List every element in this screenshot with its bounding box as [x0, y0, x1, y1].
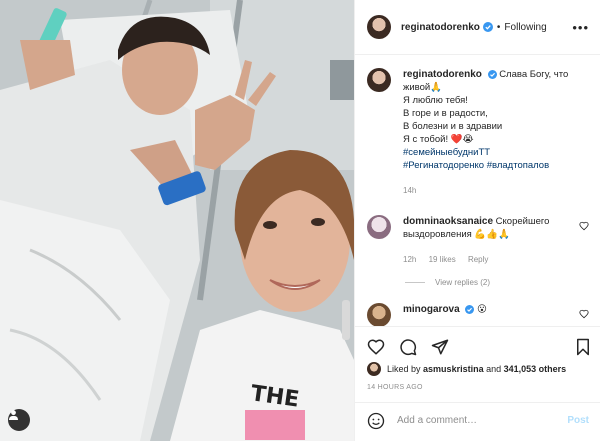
- caption-body: reginatodorenko Слава Богу, что живой🙏 Я…: [403, 68, 589, 197]
- liked-by: Liked by asmuskristina and 341,053 other…: [355, 359, 600, 376]
- caption-line: В болезни и в здравии: [403, 121, 503, 132]
- commenter-avatar[interactable]: [367, 303, 391, 326]
- photo-illustration: THE: [0, 0, 354, 441]
- comment-item: minogarova 😮: [367, 303, 589, 326]
- comments-list: reginatodorenko Слава Богу, что живой🙏 Я…: [355, 56, 600, 326]
- liker-avatar[interactable]: [367, 362, 381, 376]
- comment-like-heart-icon[interactable]: [579, 221, 589, 231]
- view-replies-label: View replies (2): [435, 278, 490, 287]
- liker-username[interactable]: asmuskristina: [423, 364, 484, 374]
- post-header: reginatodorenko • Following •••: [355, 0, 600, 55]
- commenter-avatar[interactable]: [367, 215, 391, 239]
- emoji-icon[interactable]: [367, 412, 385, 430]
- post-comment-button[interactable]: Post: [567, 415, 589, 426]
- save-icon[interactable]: [575, 338, 591, 356]
- author-avatar[interactable]: [367, 15, 391, 39]
- comment-body: domninaoksanaice Скорейшего выздоровлени…: [403, 215, 589, 266]
- view-replies-line: [405, 282, 425, 283]
- verified-icon: [482, 22, 493, 32]
- author-username[interactable]: reginatodorenko: [401, 22, 480, 33]
- author-info: reginatodorenko • Following: [401, 22, 547, 33]
- comment-icon[interactable]: [399, 338, 417, 356]
- liked-by-prefix: Liked by: [387, 364, 421, 374]
- commenter-username[interactable]: minogarova: [403, 304, 460, 315]
- caption: reginatodorenko Слава Богу, что живой🙏 Я…: [367, 68, 589, 197]
- comment-item: domninaoksanaice Скорейшего выздоровлени…: [367, 215, 589, 266]
- hashtag-link[interactable]: #семейныебудниТТ: [403, 146, 589, 159]
- heart-icon[interactable]: [367, 338, 385, 356]
- comment-meta: 12h 19 likes Reply: [403, 253, 573, 266]
- add-comment-input[interactable]: [397, 415, 568, 426]
- view-replies-button[interactable]: View replies (2): [405, 278, 589, 287]
- caption-line: Я люблю тебя!: [403, 95, 468, 106]
- more-options-icon[interactable]: •••: [572, 21, 589, 34]
- verified-icon: [487, 70, 497, 79]
- caption-meta: 14h: [403, 184, 589, 197]
- likes-count[interactable]: 341,053 others: [504, 364, 567, 374]
- reply-button[interactable]: Reply: [468, 255, 488, 264]
- caption-username[interactable]: reginatodorenko: [403, 69, 482, 80]
- user-tag-icon: [8, 410, 19, 420]
- comment-time[interactable]: 12h: [403, 255, 416, 264]
- caption-avatar[interactable]: [367, 68, 391, 92]
- follow-separator: •: [496, 21, 501, 33]
- caption-time[interactable]: 14h: [403, 186, 416, 195]
- post-actions: Liked by asmuskristina and 341,053 other…: [355, 326, 600, 438]
- user-tag-button[interactable]: [8, 409, 30, 431]
- comment-text: 😮: [476, 304, 487, 315]
- share-icon[interactable]: [431, 338, 449, 356]
- following-button[interactable]: Following: [504, 22, 546, 33]
- add-comment-bar: Post: [355, 402, 600, 438]
- post-timestamp[interactable]: 14 HOURS AGO: [355, 376, 600, 391]
- liked-by-and: and: [486, 364, 502, 374]
- post-photo[interactable]: THE: [0, 0, 354, 441]
- hashtag-link[interactable]: #Регинатодоренко #владтопалов: [403, 159, 589, 172]
- verified-icon: [465, 305, 475, 314]
- caption-line: В горе и в радости,: [403, 108, 488, 119]
- comment-body: minogarova 😮: [403, 303, 589, 326]
- comment-likes[interactable]: 19 likes: [429, 255, 456, 264]
- post-side-panel: reginatodorenko • Following ••• reginato…: [354, 0, 600, 441]
- comment-like-heart-icon[interactable]: [579, 309, 589, 319]
- action-icons: [355, 327, 600, 359]
- caption-line: Я с тобой! ❤️😭: [403, 134, 474, 145]
- commenter-username[interactable]: domninaoksanaice: [403, 216, 493, 227]
- instagram-post: THE reginatodorenko • Following ••• regi…: [0, 0, 600, 441]
